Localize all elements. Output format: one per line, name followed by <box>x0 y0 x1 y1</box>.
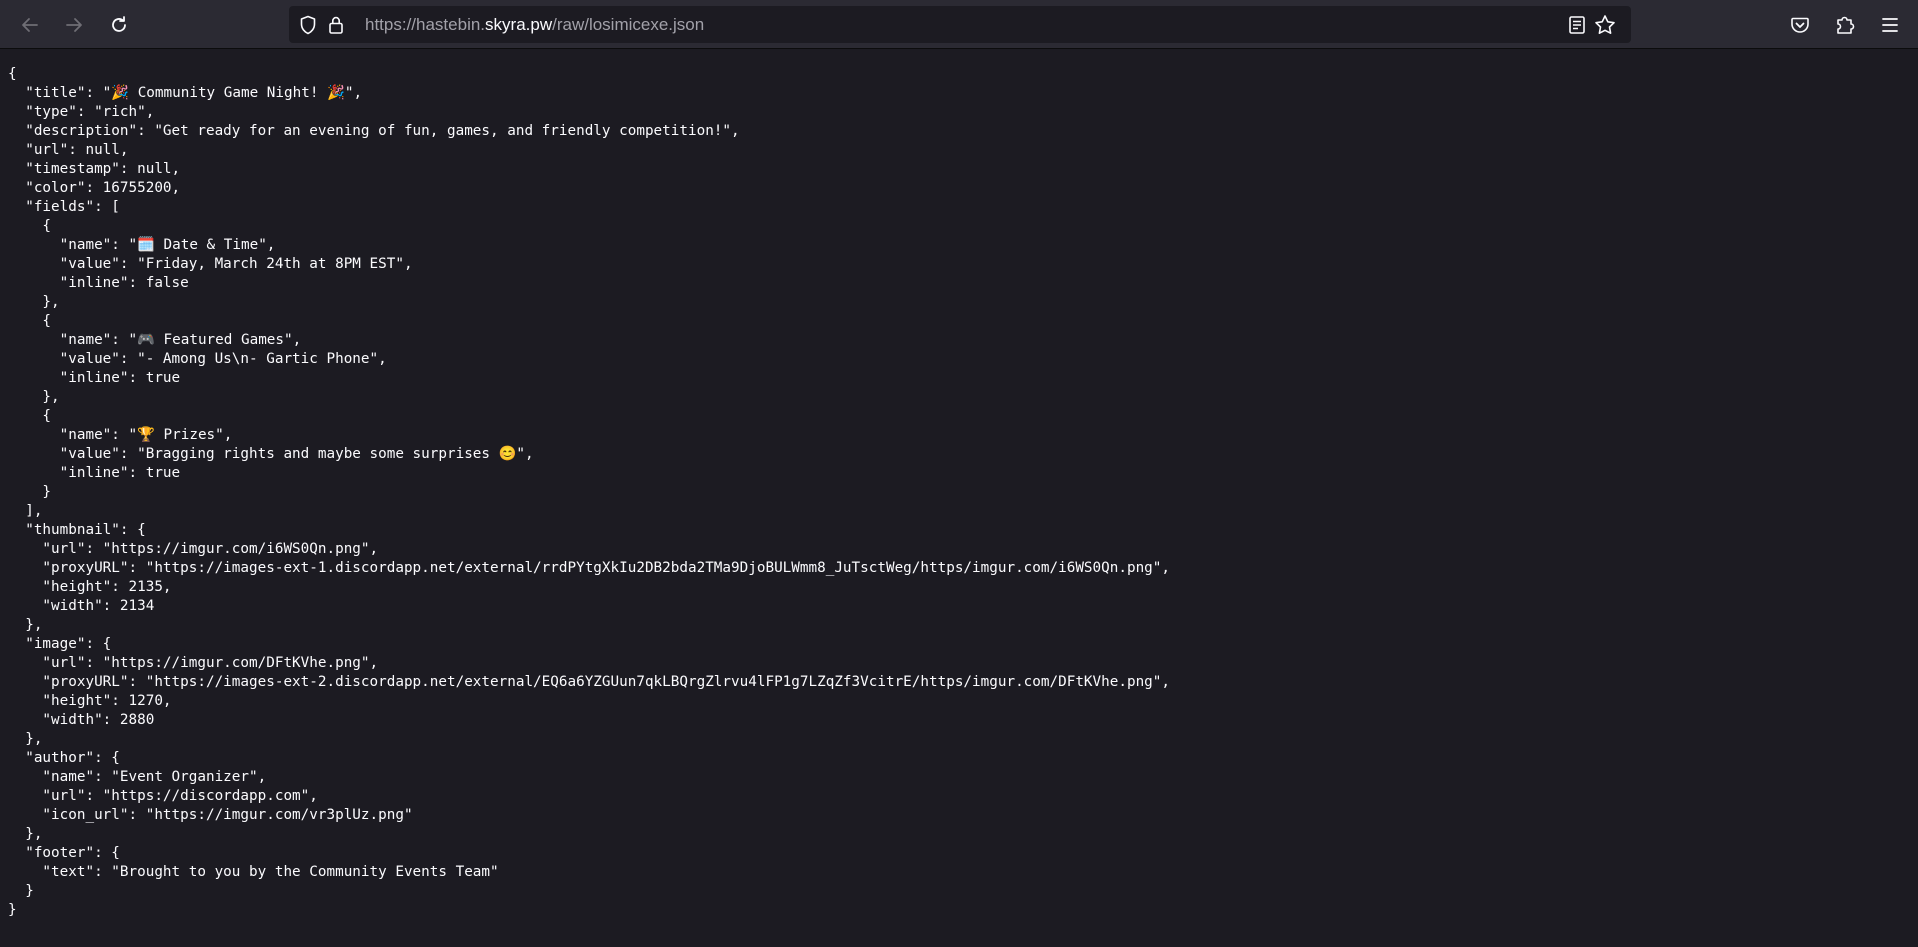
json-line: "url": null, <box>8 142 129 158</box>
json-line: "url": "https://imgur.com/i6WS0Qn.png", <box>8 541 379 557</box>
star-icon[interactable] <box>1594 14 1616 36</box>
json-line: "url": "https://discordapp.com", <box>8 788 318 804</box>
json-line: "image": { <box>8 636 112 652</box>
json-line: "fields": [ <box>8 199 120 215</box>
back-button[interactable] <box>15 10 45 40</box>
json-line: "name": "Event Organizer", <box>8 769 267 785</box>
json-line: "name": "🗓️ Date & Time", <box>8 237 276 253</box>
json-line: }, <box>8 294 60 310</box>
json-line: }, <box>8 389 60 405</box>
json-line: "width": 2134 <box>8 598 155 614</box>
json-line: } <box>8 484 52 500</box>
json-line: "footer": { <box>8 845 120 861</box>
forward-button[interactable] <box>59 10 89 40</box>
json-line: }, <box>8 731 43 747</box>
json-line: "color": 16755200, <box>8 180 181 196</box>
json-line: { <box>8 313 52 329</box>
json-line: "title": "🎉 Community Game Night! 🎉", <box>8 85 363 101</box>
json-line: { <box>8 66 17 82</box>
hamburger-menu-icon[interactable] <box>1876 11 1904 39</box>
address-bar[interactable]: https://hastebin.skyra.pw/raw/losimicexe… <box>289 6 1631 43</box>
browser-toolbar: https://hastebin.skyra.pw/raw/losimicexe… <box>0 0 1918 49</box>
json-line: }, <box>8 617 43 633</box>
json-line: "inline": true <box>8 370 181 386</box>
json-line: { <box>8 218 52 234</box>
json-line: "name": "🏆 Prizes", <box>8 427 233 443</box>
shield-icon[interactable] <box>297 14 319 36</box>
json-line: ], <box>8 503 43 519</box>
json-line: "thumbnail": { <box>8 522 146 538</box>
json-line: "timestamp": null, <box>8 161 181 177</box>
json-line: { <box>8 408 52 424</box>
json-document: { "title": "🎉 Community Game Night! 🎉", … <box>8 65 1908 920</box>
json-line: "inline": true <box>8 465 181 481</box>
json-line: "text": "Brought to you by the Community… <box>8 864 499 880</box>
pocket-icon[interactable] <box>1786 11 1814 39</box>
json-line: "height": 1270, <box>8 693 172 709</box>
json-line: "icon_url": "https://imgur.com/vr3plUz.p… <box>8 807 413 823</box>
raw-json-viewer: { "title": "🎉 Community Game Night! 🎉", … <box>8 65 1908 945</box>
json-line: "inline": false <box>8 275 189 291</box>
reload-button[interactable] <box>104 10 134 40</box>
json-line: "value": "Bragging rights and maybe some… <box>8 446 534 462</box>
json-line: "name": "🎮 Featured Games", <box>8 332 302 348</box>
json-line: "description": "Get ready for an evening… <box>8 123 740 139</box>
url-host: skyra.pw <box>485 15 553 34</box>
json-line: "url": "https://imgur.com/DFtKVhe.png", <box>8 655 379 671</box>
url-text[interactable]: https://hastebin.skyra.pw/raw/losimicexe… <box>365 6 704 43</box>
reader-view-icon[interactable] <box>1566 14 1588 36</box>
json-line: } <box>8 902 17 918</box>
json-line: "value": "Friday, March 24th at 8PM EST"… <box>8 256 413 272</box>
reload-icon <box>109 15 129 35</box>
url-prefix: https://hastebin. <box>365 15 486 34</box>
json-line: "proxyURL": "https://images-ext-1.discor… <box>8 560 1171 576</box>
puzzle-icon[interactable] <box>1831 11 1859 39</box>
json-line: "height": 2135, <box>8 579 172 595</box>
json-line: "value": "- Among Us\n- Gartic Phone", <box>8 351 387 367</box>
lock-icon[interactable] <box>325 14 347 36</box>
json-line: "proxyURL": "https://images-ext-2.discor… <box>8 674 1171 690</box>
url-path: /raw/losimicexe.json <box>552 15 705 34</box>
json-line: "width": 2880 <box>8 712 155 728</box>
json-line: }, <box>8 826 43 842</box>
json-line: "type": "rich", <box>8 104 155 120</box>
json-line: } <box>8 883 34 899</box>
back-arrow-icon <box>21 16 39 34</box>
json-line: "author": { <box>8 750 120 766</box>
forward-arrow-icon <box>65 16 83 34</box>
